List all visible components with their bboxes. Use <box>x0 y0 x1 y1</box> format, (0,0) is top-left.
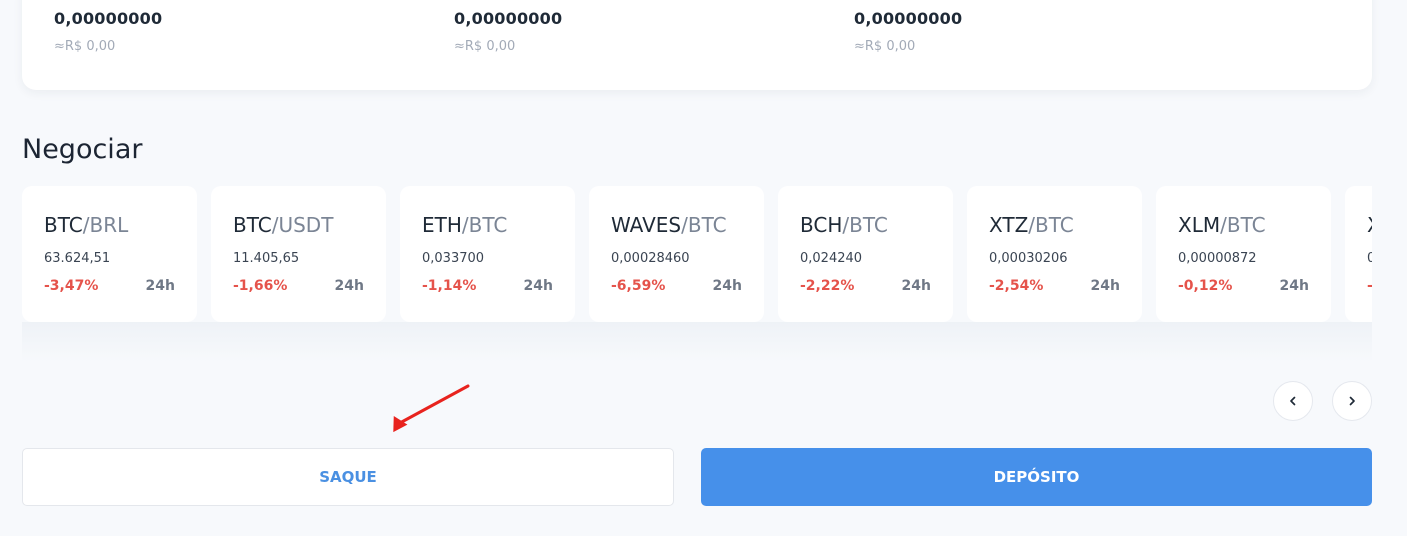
market-card-bch-btc[interactable]: BCH/BTC 0,024240 -2,22% 24h <box>778 186 953 322</box>
chevron-right-icon <box>1349 396 1355 406</box>
market-price: 0 <box>1367 251 1372 266</box>
market-price: 63.624,51 <box>44 251 111 266</box>
market-card-eth-btc[interactable]: ETH/BTC 0,033700 -1,14% 24h <box>400 186 575 322</box>
balance-column: 0,00000000 ≈R$ 0,00 <box>854 9 962 54</box>
market-price: 0,00000872 <box>1178 251 1257 266</box>
market-change: -0,12% <box>1178 278 1233 294</box>
pair-base: XTZ <box>989 213 1029 237</box>
balance-column: 0,00000000 ≈R$ 0,00 <box>454 9 562 54</box>
pair-quote: /USDT <box>271 213 334 237</box>
market-period: 24h <box>712 278 742 294</box>
carousel-shadow <box>22 322 1372 361</box>
balance-card: 0,00000000 ≈R$ 0,00 0,00000000 ≈R$ 0,00 … <box>22 0 1372 90</box>
market-price: 0,00028460 <box>611 251 690 266</box>
market-change: -1,14% <box>422 278 477 294</box>
market-card-btc-usdt[interactable]: BTC/USDT 11.405,65 -1,66% 24h <box>211 186 386 322</box>
market-period: 24h <box>334 278 364 294</box>
wallet-page: 0,00000000 ≈R$ 0,00 0,00000000 ≈R$ 0,00 … <box>0 0 1407 536</box>
chevron-left-icon <box>1290 396 1296 406</box>
market-change: -3,47% <box>44 278 99 294</box>
market-pair: X <box>1367 213 1372 237</box>
balance-fiat-value: ≈R$ 0,00 <box>454 39 516 54</box>
market-price: 0,024240 <box>800 251 863 266</box>
market-change: -2,22% <box>800 278 855 294</box>
red-arrow-annotation-icon <box>393 384 470 433</box>
market-card-xlm-btc[interactable]: XLM/BTC 0,00000872 -0,12% 24h <box>1156 186 1331 322</box>
balance-column: 0,00000000 ≈R$ 0,00 <box>54 9 162 54</box>
market-stats: -2,22% 24h <box>800 278 931 294</box>
market-price: 0,00030206 <box>989 251 1068 266</box>
market-pair: WAVES/BTC <box>611 213 742 237</box>
market-stats: -2,54% 24h <box>989 278 1120 294</box>
carousel-prev-button[interactable] <box>1273 381 1313 421</box>
market-pair: BTC/USDT <box>233 213 364 237</box>
pair-base: WAVES <box>611 213 682 237</box>
market-period: 24h <box>1279 278 1309 294</box>
balance-amount: 0,00000000 <box>54 9 163 28</box>
market-stats: - <box>1367 278 1372 294</box>
market-period: 24h <box>145 278 175 294</box>
market-card-waves-btc[interactable]: WAVES/BTC 0,00028460 -6,59% 24h <box>589 186 764 322</box>
market-pair: BTC/BRL <box>44 213 175 237</box>
market-change: -2,54% <box>989 278 1044 294</box>
market-stats: -0,12% 24h <box>1178 278 1309 294</box>
market-card-btc-brl[interactable]: BTC/BRL 63.624,51 -3,47% 24h <box>22 186 197 322</box>
market-change: - <box>1367 278 1372 294</box>
pair-quote: /BTC <box>842 213 888 237</box>
market-pair: XTZ/BTC <box>989 213 1120 237</box>
withdraw-button[interactable]: SAQUE <box>22 448 674 506</box>
market-change: -1,66% <box>233 278 288 294</box>
balance-fiat-value: ≈R$ 0,00 <box>54 39 116 54</box>
pair-base: X <box>1367 213 1372 237</box>
pair-base: BTC <box>44 213 83 237</box>
deposit-button[interactable]: DEPÓSITO <box>701 448 1372 506</box>
pair-base: ETH <box>422 213 462 237</box>
market-change: -6,59% <box>611 278 666 294</box>
market-pair: BCH/BTC <box>800 213 931 237</box>
market-price: 0,033700 <box>422 251 485 266</box>
pair-quote: /BTC <box>461 213 508 237</box>
balance-fiat-value: ≈R$ 0,00 <box>854 39 916 54</box>
pair-quote: /BTC <box>1220 213 1266 237</box>
section-title-trade: Negociar <box>22 134 143 165</box>
market-card-xtz-btc[interactable]: XTZ/BTC 0,00030206 -2,54% 24h <box>967 186 1142 322</box>
pair-base: XLM <box>1178 213 1221 237</box>
pair-quote: /BRL <box>82 213 129 237</box>
market-track: BTC/BRL 63.624,51 -3,47% 24h BTC/USDT 11.… <box>22 186 1372 322</box>
pair-quote: /BTC <box>681 213 727 237</box>
market-period: 24h <box>1090 278 1120 294</box>
market-period: 24h <box>523 278 553 294</box>
market-price: 11.405,65 <box>233 251 300 266</box>
carousel-next-button[interactable] <box>1332 381 1372 421</box>
market-stats: -6,59% 24h <box>611 278 742 294</box>
balance-amount: 0,00000000 <box>454 9 563 28</box>
pair-quote: /BTC <box>1028 213 1074 237</box>
market-carousel: BTC/BRL 63.624,51 -3,47% 24h BTC/USDT 11.… <box>22 186 1372 361</box>
market-pair: ETH/BTC <box>422 213 553 237</box>
market-stats: -1,14% 24h <box>422 278 553 294</box>
pair-base: BTC <box>233 213 272 237</box>
market-period: 24h <box>901 278 931 294</box>
balance-amount: 0,00000000 <box>854 9 963 28</box>
market-stats: -1,66% 24h <box>233 278 364 294</box>
market-card-partial[interactable]: X 0 - <box>1345 186 1372 322</box>
market-stats: -3,47% 24h <box>44 278 175 294</box>
market-pair: XLM/BTC <box>1178 213 1309 237</box>
pair-base: BCH <box>800 213 843 237</box>
